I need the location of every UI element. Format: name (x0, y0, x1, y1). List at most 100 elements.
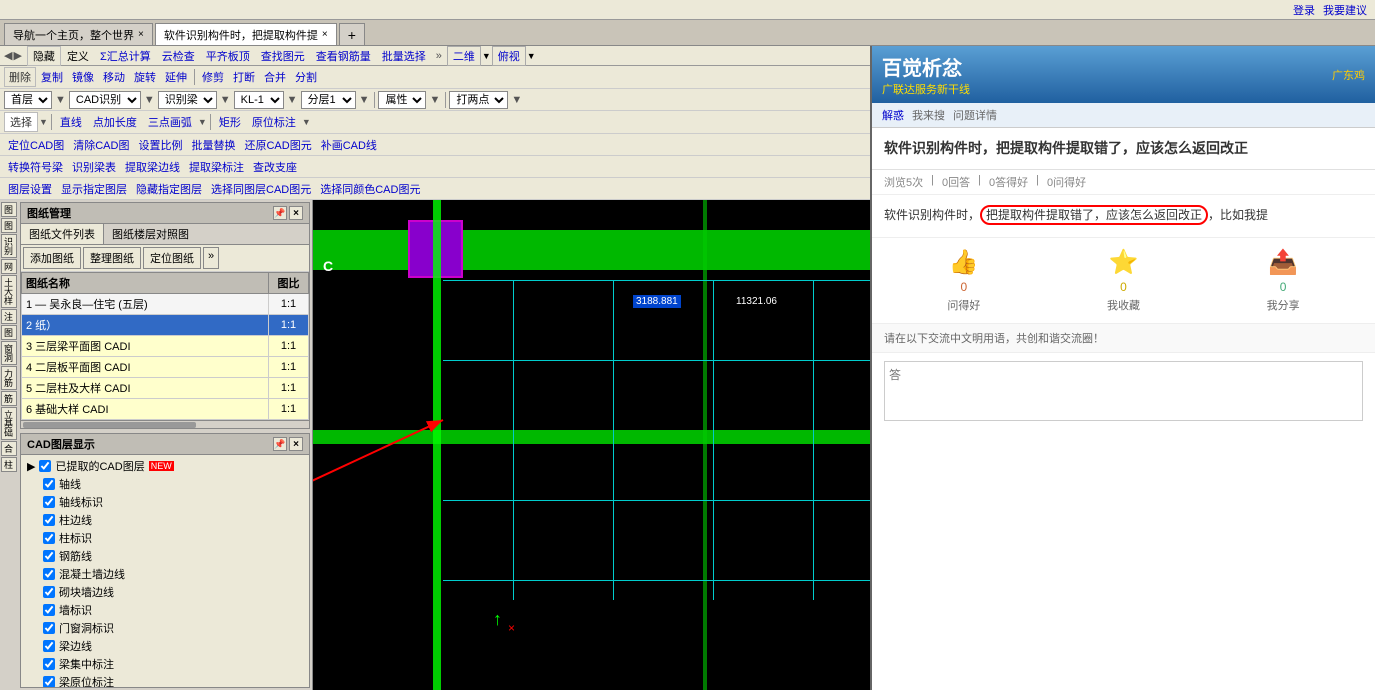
layer-checkbox[interactable] (43, 478, 55, 490)
tool-annotation[interactable]: 原位标注 (247, 113, 301, 131)
layer-checkbox[interactable] (43, 514, 55, 526)
tool-restore-cad[interactable]: 还原CAD图元 (240, 136, 315, 154)
tool-check-support[interactable]: 查改支座 (249, 158, 301, 176)
menu-2d[interactable]: 二维 (447, 46, 481, 66)
layer-item[interactable]: 墙标识 (39, 601, 307, 619)
tool-line[interactable]: 直线 (55, 113, 87, 131)
tool-layer-settings[interactable]: 图层设置 (4, 180, 56, 198)
menu-dropdown1[interactable]: ▼ (482, 51, 491, 61)
tool-select[interactable]: 选择 (4, 112, 38, 132)
tab2-close[interactable]: × (322, 29, 328, 40)
menu-view[interactable]: 俯视 (492, 46, 526, 66)
like-btn[interactable]: 👍 0 问得好 (947, 248, 980, 313)
menu-dropdown2[interactable]: ▼ (527, 51, 536, 61)
panel-tab-floor-map[interactable]: 图纸楼层对照图 (104, 224, 197, 244)
layer-item[interactable]: 砌块墙边线 (39, 583, 307, 601)
layer-item[interactable]: 梁集中标注 (39, 655, 307, 673)
tool-move[interactable]: 移动 (99, 68, 129, 86)
table-row[interactable]: 1 — 吴永良—住宅 (五层)1:1 (22, 294, 309, 315)
layer-item[interactable]: 柱边线 (39, 511, 307, 529)
browser-login-btn[interactable]: 登录 (1293, 2, 1315, 18)
layer-item[interactable]: 钢筋线 (39, 547, 307, 565)
layer-item[interactable]: 梁原位标注 (39, 673, 307, 687)
layer-panel-pin[interactable]: 📌 (273, 437, 287, 451)
tool-add-cad-line[interactable]: 补画CAD线 (317, 136, 381, 154)
layer-checkbox[interactable] (43, 622, 55, 634)
add-drawing-btn[interactable]: 添加图纸 (23, 247, 81, 269)
answer-input[interactable] (884, 361, 1363, 421)
browser-suggest-btn[interactable]: 我要建议 (1323, 2, 1367, 18)
layer-checkbox[interactable] (43, 640, 55, 652)
browser-tab-new[interactable]: + (339, 23, 365, 45)
tool-point-length[interactable]: 点加长度 (88, 113, 142, 131)
nav-detail[interactable]: 问题详情 (953, 107, 997, 123)
menu-define[interactable]: 定义 (62, 47, 94, 65)
nav-fwd-btn[interactable]: ▶ (13, 49, 21, 62)
cad-canvas[interactable]: C 3188.881 11321.06 ↑ × (313, 200, 870, 690)
tool-extract-beam-edge[interactable]: 提取梁边线 (121, 158, 184, 176)
table-row[interactable]: 5 二层柱及大样 CADI1:1 (22, 378, 309, 399)
tool-set-ratio[interactable]: 设置比例 (134, 136, 186, 154)
mini-label-rebar[interactable]: 力筋 (1, 366, 17, 390)
layer-item[interactable]: 混凝土墙边线 (39, 565, 307, 583)
tool-recognize-beam-table[interactable]: 识别梁表 (68, 158, 120, 176)
layer-checkbox[interactable] (43, 568, 55, 580)
layer-checkbox[interactable] (43, 676, 55, 687)
table-row[interactable]: 6 基础大样 CADI1:1 (22, 399, 309, 420)
layer-checkbox[interactable] (43, 532, 55, 544)
mini-label-note[interactable]: 注 (1, 309, 17, 324)
tool-break[interactable]: 打断 (229, 68, 259, 86)
mini-label-drawing[interactable]: 图 (1, 202, 17, 217)
tool-clear-cad[interactable]: 清除CAD图 (69, 136, 133, 154)
nav-help[interactable]: 解惑 (882, 107, 904, 123)
layer-checkbox[interactable] (43, 550, 55, 562)
layer-item[interactable]: 门窗洞标识 (39, 619, 307, 637)
table-row[interactable]: 2 纸）1:1 (22, 315, 309, 336)
tool-three-arc[interactable]: 三点画弧 (143, 113, 197, 131)
action-expand-btn[interactable]: » (203, 247, 219, 269)
menu-cloud[interactable]: 云检查 (157, 47, 200, 65)
mini-label-window[interactable]: 窗洞 (1, 341, 17, 365)
tab1-close[interactable]: × (138, 29, 144, 40)
mini-label-recognize[interactable]: 识别 (1, 234, 17, 258)
menu-expand[interactable]: » (436, 50, 442, 62)
mini-label-rebar2[interactable]: 筋 (1, 391, 17, 406)
layer-root-checkbox[interactable] (39, 460, 51, 472)
star-btn[interactable]: ⭐ 0 我收藏 (1107, 248, 1140, 313)
mini-label-drawing3[interactable]: 图 (1, 325, 17, 340)
tool-select-same-layer[interactable]: 选择同图层CAD图元 (207, 180, 315, 198)
tool-delete[interactable]: 删除 (4, 67, 36, 87)
panel-tab-filelist[interactable]: 图纸文件列表 (21, 224, 104, 244)
layer-select[interactable]: 分层1 (301, 91, 356, 109)
mini-label-detail[interactable]: 土大样 (1, 275, 17, 308)
share-btn[interactable]: 📤 0 我分享 (1267, 248, 1300, 313)
layer-checkbox[interactable] (43, 496, 55, 508)
tool-trim[interactable]: 修剪 (198, 68, 228, 86)
menu-align[interactable]: 平齐板顶 (201, 47, 255, 65)
property-select[interactable]: 属性 (378, 91, 426, 109)
layer-tree-expand[interactable]: ▶ (27, 460, 35, 473)
mini-label-net[interactable]: 网 (1, 259, 17, 274)
tool-rect[interactable]: 矩形 (214, 113, 246, 131)
tool-merge[interactable]: 合并 (260, 68, 290, 86)
mini-label-foundation[interactable]: 立基础 (1, 407, 17, 440)
tool-batch-replace[interactable]: 批量替换 (187, 136, 239, 154)
table-row[interactable]: 4 二层板平面图 CADI1:1 (22, 357, 309, 378)
tool-extend[interactable]: 延伸 (161, 68, 191, 86)
mini-label-column[interactable]: 柱 (1, 457, 17, 472)
tool-show-layer[interactable]: 显示指定图层 (57, 180, 131, 198)
tool-hide-layer[interactable]: 隐藏指定图层 (132, 180, 206, 198)
tool-locate-cad[interactable]: 定位CAD图 (4, 136, 68, 154)
tool-mirror[interactable]: 镜像 (68, 68, 98, 86)
tool-split[interactable]: 分割 (291, 68, 321, 86)
nav-search[interactable]: 我来搜 (912, 107, 945, 123)
browser-tab-1[interactable]: 导航一个主页，整个世界 × (4, 23, 153, 45)
layer-checkbox[interactable] (43, 604, 55, 616)
menu-hide[interactable]: 隐藏 (27, 46, 61, 66)
tool-copy[interactable]: 复制 (37, 68, 67, 86)
layer-checkbox[interactable] (43, 658, 55, 670)
layer-root-item[interactable]: ▶ 已提取的CAD图层 NEW (23, 457, 307, 475)
table-scroll-area[interactable] (21, 420, 309, 428)
cad-id-select[interactable]: CAD识别 (69, 91, 141, 109)
layer-item[interactable]: 轴线标识 (39, 493, 307, 511)
